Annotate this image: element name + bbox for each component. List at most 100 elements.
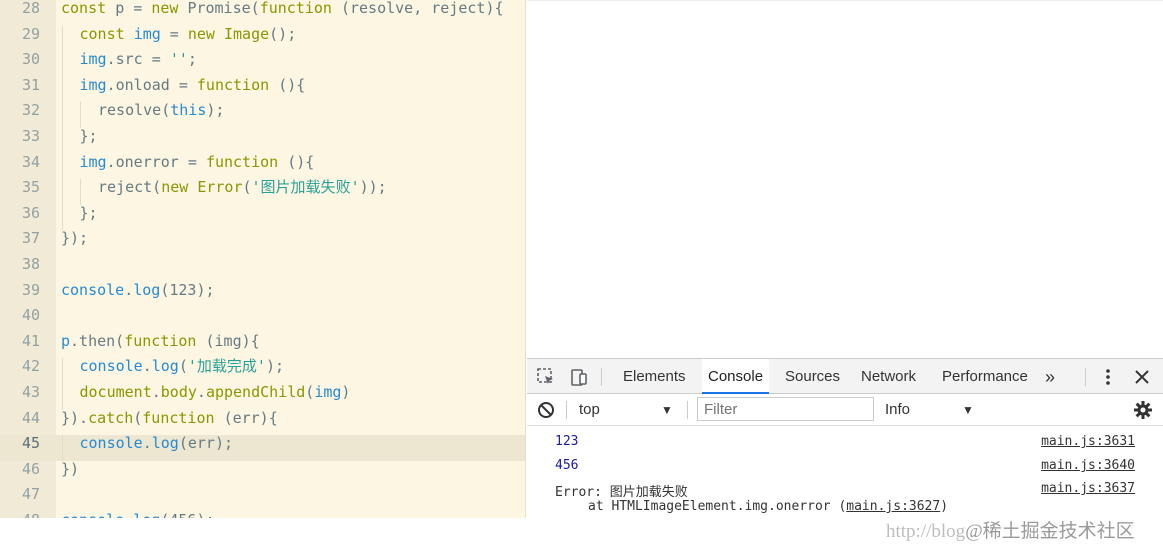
device-toolbar-icon[interactable] [568,366,590,388]
console-message: 123 main.js:3631 [527,434,1163,454]
more-tabs-button[interactable]: » [1039,359,1061,394]
code-token: . [124,280,134,299]
indent-guide [62,25,63,52]
code-line[interactable]: 39 console.log(123); [0,280,525,308]
code-token: .onload = [106,75,197,94]
code-line[interactable]: 46}) [0,460,525,487]
code-token: const [61,0,116,17]
code-token: img [314,383,342,401]
code-token: (img){ [205,331,260,350]
code-text: img.onload = function (){ [80,73,306,99]
code-token: console [79,357,143,376]
code-token: .onerror = [106,152,206,171]
stack-source-link[interactable]: main.js:3627 [846,499,940,514]
tab-network[interactable]: Network [855,359,922,394]
code-token: p [61,331,71,350]
code-token: ( [305,383,315,401]
toolbar-divider [566,401,567,419]
line-number: 44 [21,408,40,427]
code-token: const [79,24,134,43]
clear-console-icon[interactable] [535,399,557,421]
code-token: '加载完成' [187,357,266,376]
source-link[interactable]: main.js:3640 [1041,458,1135,473]
context-value: top [579,401,600,418]
line-number: 36 [21,203,40,222]
code-token: (err); [178,434,234,453]
log-level-selector[interactable]: Info ▼ [885,398,985,422]
watermark: http://blog@稀土掘金技术社区 [886,516,1135,543]
devtools-tab-bar: Elements Console Sources Network Perform… [527,359,1163,394]
tab-console[interactable]: Console [702,359,770,394]
code-token: function [142,408,224,427]
code-token: appendChild [205,383,306,401]
code-token: log [133,280,161,299]
filter-input[interactable] [697,397,874,421]
inspect-element-icon[interactable] [535,366,557,388]
source-link[interactable]: main.js:3637 [1041,481,1135,496]
code-token: resolve( [98,101,171,120]
line-number: 43 [21,383,40,401]
code-token: log [151,357,179,376]
code-text: console.log(456); [61,508,215,518]
watermark-url: http://blog [886,521,966,542]
code-text: }; [80,201,98,227]
line-number: 38 [21,255,40,273]
console-message-text: 456 [555,458,579,473]
kebab-menu-icon[interactable] [1097,366,1119,388]
code-line[interactable]: 48 console.log(456); [0,511,525,518]
code-token: (resolve, reject){ [340,0,504,17]
code-token: ) [341,383,351,401]
code-token: }; [79,127,98,145]
code-token: img [79,50,107,69]
indent-guide [62,128,63,154]
code-editor[interactable]: 28 const p = new Promise(function (resolv… [0,0,526,518]
gear-icon[interactable] [1132,399,1154,421]
code-token: . [124,511,133,518]
code-token: img [79,152,107,171]
source-link[interactable]: main.js:3631 [1041,434,1135,449]
close-icon[interactable] [1131,366,1153,388]
code-token: function [205,152,288,171]
code-token: img [79,75,107,94]
chevron-down-icon: ▼ [661,403,673,417]
line-number: 33 [21,127,40,145]
code-text: img.onerror = function (){ [80,150,315,176]
indent-guide [62,51,63,77]
line-number: 46 [21,459,40,478]
code-token: (err){ [223,408,278,427]
code-line[interactable]: 31 img.onload = function (){ [0,76,525,103]
code-text: }) [61,457,79,483]
console-message-text: 123 [555,434,579,449]
indent-guide [62,76,63,103]
code-token: }; [79,203,98,222]
code-token: function [196,75,279,94]
line-number: 31 [21,75,40,94]
line-number: 34 [21,152,40,171]
code-token: new [187,24,224,43]
context-selector[interactable]: top ▼ [571,398,681,422]
tab-elements[interactable]: Elements [617,359,692,394]
error-message-text: Error: 图片加载失败 [555,485,688,500]
code-token: document [79,383,152,401]
code-token: body [160,383,197,401]
code-token: console [61,511,124,518]
code-token: ( [242,178,252,197]
line-number: 28 [21,0,40,17]
log-level-value: Info [885,401,911,418]
code-token: }) [61,459,80,478]
tab-performance[interactable]: Performance [936,359,1034,394]
code-token: (456); [160,511,214,518]
line-number: 47 [21,485,40,504]
watermark-site: @稀土掘金技术社区 [965,521,1135,542]
code-token: Image [224,24,270,43]
tab-sources[interactable]: Sources [779,359,846,394]
code-token: (123); [160,280,215,299]
code-token: catch [88,408,134,427]
code-line[interactable]: 37}); [0,229,525,256]
line-number: 41 [21,331,40,350]
code-token: new [161,178,198,197]
code-token: )); [359,178,387,197]
line-number: 48 [0,508,40,518]
console-error-message: Error: 图片加载失败 main.js:3637 at HTMLImageE… [527,481,1163,519]
code-token: . [142,434,152,453]
